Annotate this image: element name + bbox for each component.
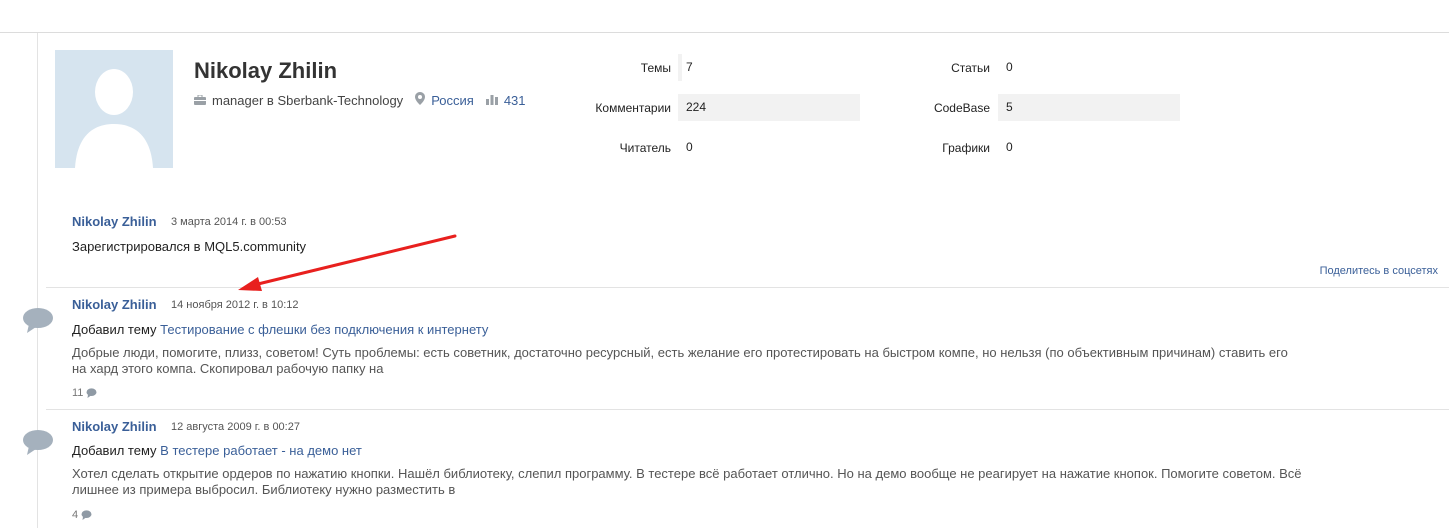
avatar-placeholder-icon [55,50,173,168]
stat-readers-value[interactable]: 0 [678,134,860,161]
feed-date: 12 августа 2009 г. в 00:27 [171,421,300,433]
feed-excerpt-line: лишнее из примера выбросил. Библиотеку н… [72,482,456,497]
comments-count: 4 [72,509,79,521]
feed-excerpt-line: на хард этого компа. Скопировал рабочую … [72,361,384,376]
profile-position: manager в Sberbank-Technology [212,92,404,108]
feed-author-link[interactable]: Nikolay Zhilin [72,297,157,312]
profile-rating-link[interactable]: 431 [504,93,526,108]
feed-action-prefix: Добавил тему [72,443,157,458]
avatar[interactable] [55,50,173,168]
profile-country-link[interactable]: Россия [431,93,474,108]
profile-name: Nikolay Zhilin [194,58,338,83]
briefcase-icon [194,93,206,108]
share-social-link[interactable]: Поделитесь в соцсетях [1320,265,1438,277]
comments-counter[interactable]: 4 [72,509,92,521]
feed-topic-link[interactable]: В тестере работает - на демо нет [160,443,362,458]
stat-articles-label: Статьи [951,61,990,75]
feed-excerpt: Добрые люди, помогите, плизз, советом! С… [72,345,1432,377]
feed-excerpt-line: Добрые люди, помогите, плизз, советом! С… [72,345,1288,360]
stat-comments-label: Комментарии [595,101,671,115]
feed-action: Добавил тему Тестирование с флешки без п… [72,322,488,337]
comments-counter[interactable]: 11 [72,387,97,399]
feed-action: Добавил тему В тестере работает - на дем… [72,443,362,458]
stat-comments-value[interactable]: 224 [678,94,860,121]
stat-topics-label: Темы [640,61,671,75]
comment-icon [81,510,92,520]
stat-articles-value[interactable]: 0 [998,54,1180,81]
top-divider [0,32,1449,33]
comment-icon [86,388,97,398]
stat-codebase-label: CodeBase [933,101,990,115]
location-pin-icon [415,92,426,108]
stat-charts-value[interactable]: 0 [998,134,1180,161]
feed-divider [46,287,1449,288]
feed-date: 14 ноября 2012 г. в 10:12 [171,299,299,311]
feed-excerpt-line: Хотел сделать открытие ордеров по нажати… [72,466,1302,481]
bar-chart-icon [485,93,498,108]
stat-readers-label: Читатель [619,141,671,155]
feed-author-link[interactable]: Nikolay Zhilin [72,419,157,434]
profile-meta: manager в Sberbank-Technology Россия 431 [194,92,526,108]
comment-bubble-icon [22,307,54,338]
comments-count: 11 [72,387,84,399]
feed-action-prefix: Добавил тему [72,322,157,337]
feed-topic-link[interactable]: Тестирование с флешки без подключения к … [160,322,488,337]
feed-author-link[interactable]: Nikolay Zhilin [72,214,157,229]
feed-excerpt: Хотел сделать открытие ордеров по нажати… [72,466,1432,498]
stat-codebase-value[interactable]: 5 [998,94,1180,121]
stat-topics-value[interactable]: 7 [678,54,860,81]
feed-text: Зарегистрировался в MQL5.community [72,239,307,254]
feed-divider [46,409,1449,410]
feed-date: 3 марта 2014 г. в 00:53 [171,216,287,228]
comment-bubble-icon [22,429,54,460]
stat-charts-label: Графики [942,141,990,155]
